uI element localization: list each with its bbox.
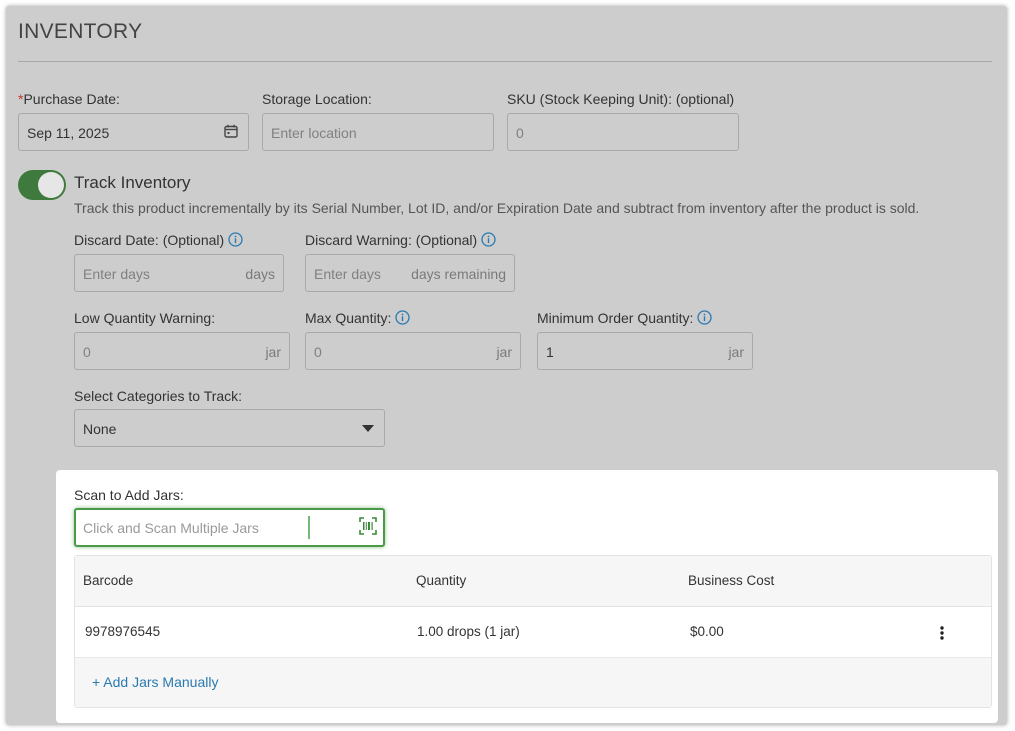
- max-quantity-value: 0: [314, 344, 322, 360]
- min-order-quantity-suffix: jar: [728, 344, 744, 360]
- info-icon[interactable]: [697, 310, 713, 325]
- max-quantity-label: Max Quantity:: [305, 310, 411, 326]
- low-quantity-label: Low Quantity Warning:: [74, 310, 216, 326]
- divider: [18, 61, 992, 62]
- low-quantity-input[interactable]: 0 jar: [74, 332, 290, 370]
- add-jars-manually-link[interactable]: + Add Jars Manually: [92, 674, 218, 690]
- storage-location-placeholder: Enter location: [271, 125, 357, 141]
- categories-selected: None: [83, 421, 117, 437]
- jars-table: Barcode Quantity Business Cost 997897654…: [74, 555, 992, 708]
- sku-value: 0: [516, 125, 524, 141]
- discard-warning-input[interactable]: Enter days days remaining: [305, 254, 515, 292]
- min-order-quantity-label: Minimum Order Quantity:: [537, 310, 713, 326]
- info-icon[interactable]: [481, 232, 496, 247]
- chevron-down-icon: [362, 425, 374, 432]
- calendar-icon[interactable]: [224, 124, 238, 138]
- barcode-scan-icon[interactable]: [359, 517, 377, 535]
- scan-label: Scan to Add Jars:: [74, 487, 184, 503]
- column-header-business-cost: Business Cost: [688, 573, 775, 588]
- purchase-date-field[interactable]: Sep 11, 2025: [18, 113, 249, 151]
- table-row: 9978976545 1.00 drops (1 jar) $0.00: [75, 607, 991, 658]
- track-inventory-description: Track this product incrementally by its …: [74, 200, 920, 216]
- discard-warning-placeholder: Enter days: [314, 266, 381, 282]
- info-icon[interactable]: [395, 310, 411, 325]
- discard-date-placeholder: Enter days: [83, 266, 150, 282]
- table-header: Barcode Quantity Business Cost: [75, 556, 991, 607]
- max-quantity-suffix: jar: [496, 344, 512, 360]
- categories-select[interactable]: None: [74, 409, 385, 447]
- discard-warning-label: Discard Warning: (Optional): [305, 232, 496, 248]
- scan-placeholder: Click and Scan Multiple Jars: [83, 520, 259, 536]
- min-order-quantity-input[interactable]: 1 jar: [537, 332, 753, 370]
- track-inventory-title: Track Inventory: [74, 173, 191, 192]
- row-quantity: 1.00 drops (1 jar): [417, 624, 520, 639]
- low-quantity-value: 0: [83, 344, 91, 360]
- discard-date-input[interactable]: Enter days days: [74, 254, 284, 292]
- track-inventory-toggle[interactable]: [18, 170, 66, 200]
- low-quantity-suffix: jar: [265, 344, 281, 360]
- discard-date-label: Discard Date: (Optional): [74, 232, 243, 248]
- discard-date-suffix: days: [245, 266, 275, 282]
- column-header-quantity: Quantity: [416, 573, 467, 588]
- toggle-knob: [38, 172, 64, 198]
- scan-divider: [308, 516, 310, 539]
- column-header-barcode: Barcode: [83, 573, 134, 588]
- sku-input[interactable]: 0: [507, 113, 739, 151]
- min-order-quantity-value: 1: [546, 344, 554, 360]
- purchase-date-value: Sep 11, 2025: [27, 125, 110, 141]
- row-business-cost: $0.00: [690, 624, 724, 639]
- info-icon[interactable]: [228, 232, 243, 247]
- storage-location-label: Storage Location:: [262, 91, 372, 107]
- discard-warning-suffix: days remaining: [411, 266, 506, 282]
- section-title: INVENTORY: [18, 20, 143, 43]
- purchase-date-label: *Purchase Date:: [18, 91, 120, 107]
- categories-label: Select Categories to Track:: [74, 388, 243, 404]
- more-options-icon[interactable]: [940, 626, 944, 640]
- table-footer: + Add Jars Manually: [75, 658, 991, 707]
- sku-label: SKU (Stock Keeping Unit): (optional): [507, 91, 735, 107]
- row-barcode: 9978976545: [85, 624, 161, 639]
- max-quantity-input[interactable]: 0 jar: [305, 332, 521, 370]
- storage-location-input[interactable]: Enter location: [262, 113, 494, 151]
- scan-input[interactable]: Click and Scan Multiple Jars: [74, 508, 385, 547]
